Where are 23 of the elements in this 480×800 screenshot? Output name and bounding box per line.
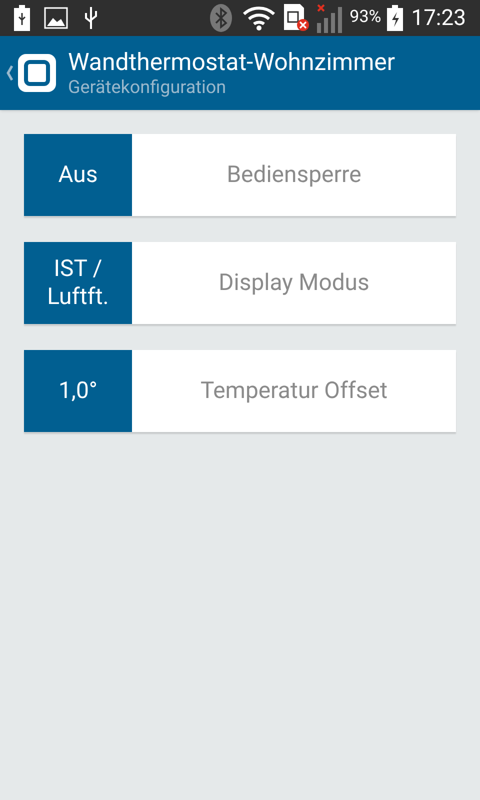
setting-row[interactable]: IST / Luftft. Display Modus	[24, 242, 456, 324]
battery-percent: 93%	[350, 6, 382, 30]
back-button[interactable]	[6, 54, 56, 92]
bluetooth-icon	[210, 4, 232, 32]
setting-label: Display Modus	[218, 268, 370, 298]
clock: 17:23	[411, 4, 466, 32]
setting-value: 1,0°	[24, 350, 132, 432]
app-subtitle: Gerätekonfiguration	[68, 77, 228, 99]
setting-row[interactable]: 1,0° Temperatur Offset	[24, 350, 456, 432]
back-chevron-icon	[6, 64, 14, 82]
setting-label: Bediensperre	[226, 160, 362, 190]
app-logo-icon	[18, 54, 56, 92]
battery-charging-icon	[387, 5, 404, 31]
setting-label: Temperatur Offset	[199, 376, 389, 406]
battery-usb-icon	[14, 5, 30, 31]
wifi-icon	[242, 5, 276, 31]
sim-card-error-icon	[284, 4, 310, 32]
setting-value: IST / Luftft.	[24, 242, 132, 324]
usb-icon	[84, 5, 98, 31]
setting-row[interactable]: Aus Bediensperre	[24, 134, 456, 216]
setting-value: Aus	[24, 134, 132, 216]
app-title: Wandthermostat-Wohnzimmer	[68, 47, 395, 77]
image-icon	[44, 7, 68, 29]
